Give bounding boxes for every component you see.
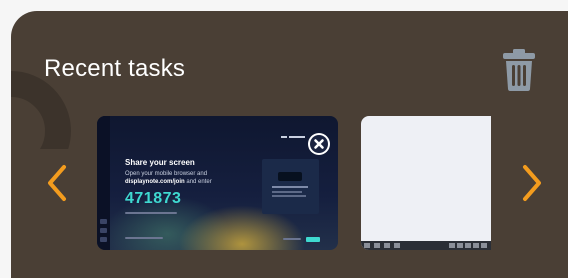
- recent-tasks-panel: Recent tasks Share your screen Open your…: [11, 11, 568, 278]
- share-instruction-line1: Open your mobile browser and: [125, 171, 208, 177]
- faint-text-line: [125, 212, 177, 214]
- chevron-right-icon[interactable]: [519, 163, 545, 203]
- task-card[interactable]: Share your screen Open your mobile brows…: [97, 116, 338, 250]
- device-icon: [278, 172, 302, 181]
- card-taskbar: [361, 241, 491, 250]
- card-action-button: [306, 237, 320, 242]
- trash-icon[interactable]: [500, 47, 538, 93]
- share-instruction-line2: displaynote.com/join and enter: [125, 179, 212, 185]
- task-card[interactable]: [361, 116, 491, 250]
- card-header-faint: [281, 135, 307, 142]
- close-icon[interactable]: [308, 133, 330, 155]
- share-code: 471873: [125, 190, 182, 207]
- share-title: Share your screen: [125, 158, 195, 167]
- device-preview: [262, 159, 319, 214]
- faint-text-line: [125, 237, 163, 239]
- faint-text-line: [283, 238, 301, 240]
- share-instruction-rest: and enter: [184, 179, 212, 185]
- card-side-rail: [97, 116, 110, 250]
- chevron-left-icon[interactable]: [44, 163, 70, 203]
- recent-tasks-title: Recent tasks: [44, 55, 186, 82]
- share-url: displaynote.com/join: [125, 179, 185, 185]
